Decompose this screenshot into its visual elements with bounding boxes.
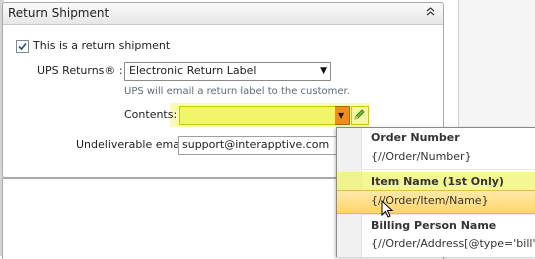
popup-item-billing-person-name-path[interactable]: {//Order/Address[@type='bill']/ — [371, 237, 535, 250]
popup-item-item-name[interactable]: Item Name (1st Only) — [371, 175, 504, 188]
popup-separator — [362, 169, 535, 170]
popup-item-order-number-path[interactable]: {//Order/Number} — [371, 150, 472, 163]
checkmark-icon — [18, 42, 27, 51]
popup-item-billing-person-name[interactable]: Billing Person Name — [371, 219, 496, 232]
edit-template-button[interactable] — [351, 106, 369, 125]
dropdown-arrow-icon: ▼ — [338, 111, 345, 120]
collapse-chevron-icon[interactable] — [424, 7, 437, 20]
ups-returns-select[interactable]: Electronic Return Label ▼ — [124, 62, 331, 81]
ups-returns-hint: UPS will email a return label to the cus… — [124, 86, 350, 97]
contents-input[interactable] — [179, 106, 337, 125]
pencil-icon — [354, 109, 365, 120]
ups-returns-label: UPS Returns® : — [37, 64, 123, 77]
contents-label: Contents: — [124, 108, 178, 121]
return-shipment-label: This is a return shipment — [33, 39, 171, 52]
popup-item-order-number[interactable]: Order Number — [371, 131, 460, 144]
undeliverable-email-input[interactable]: support@interapptive.com — [178, 136, 348, 155]
ups-returns-selected-value: Electronic Return Label — [129, 64, 257, 77]
dropdown-arrow-icon: ▼ — [320, 66, 327, 76]
mouse-cursor-icon — [381, 200, 394, 218]
template-token-popup: Order Number {//Order/Number} Item Name … — [336, 127, 535, 257]
return-shipment-checkbox[interactable] — [16, 40, 29, 53]
undeliverable-email-value: support@interapptive.com — [182, 138, 330, 151]
panel-header: Return Shipment — [3, 3, 443, 25]
contents-dropdown-button[interactable]: ▼ — [335, 106, 350, 125]
panel-title: Return Shipment — [8, 6, 110, 20]
undeliverable-email-label: Undeliverable email: — [76, 138, 190, 151]
